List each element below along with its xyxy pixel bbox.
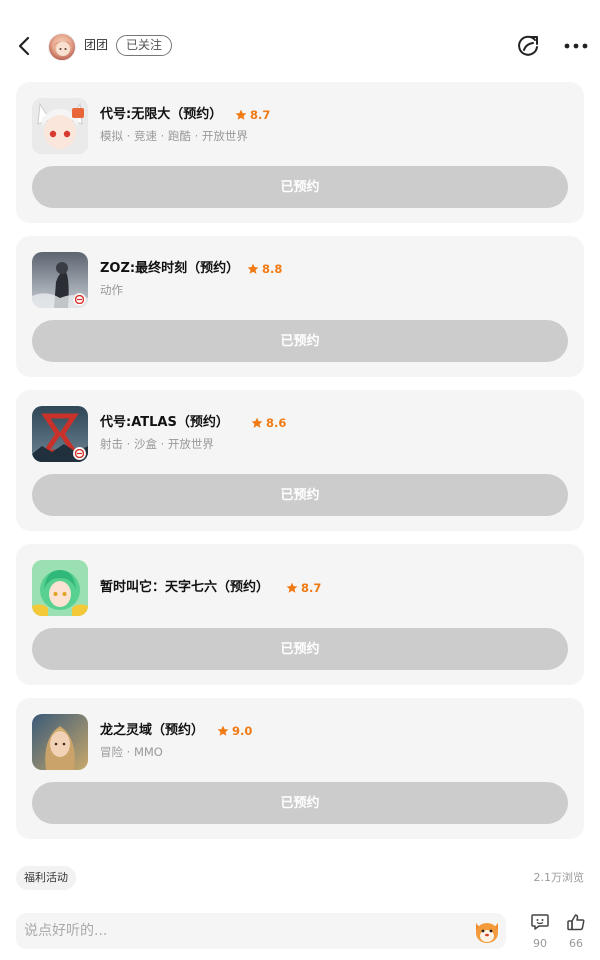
publisher-badge-icon	[73, 447, 86, 460]
reserved-button[interactable]: 已预约	[32, 474, 568, 516]
like-action[interactable]: 66	[562, 913, 590, 951]
rating-value: 9.0	[232, 724, 253, 738]
game-name: 暂时叫它：天字七六（预约）	[100, 580, 270, 595]
game-tags: 模拟 · 竞速 · 跑酷 · 开放世界	[100, 129, 248, 143]
mascot-emoji-icon[interactable]	[472, 917, 502, 945]
rating-value: 8.8	[262, 262, 283, 276]
rating-value: 8.7	[301, 581, 322, 595]
game-rating: 8.7	[235, 107, 270, 123]
game-tags: 动作	[100, 283, 123, 297]
game-icon[interactable]	[32, 560, 88, 616]
comment-action[interactable]: 90	[526, 913, 554, 951]
game-name: ZOZ:最终时刻（预约）	[100, 261, 240, 276]
back-icon[interactable]	[12, 33, 36, 59]
like-count: 66	[569, 937, 583, 950]
game-icon[interactable]	[32, 252, 88, 308]
comment-icon[interactable]	[530, 913, 550, 931]
user-name[interactable]: 团团	[84, 37, 108, 53]
game-card[interactable]: 代号:ATLAS（预约） 8.6 射击 · 沙盒 · 开放世界 已预约	[16, 390, 584, 531]
game-icon[interactable]	[32, 714, 88, 770]
rating-value: 8.7	[250, 108, 271, 122]
reserved-button[interactable]: 已预约	[32, 166, 568, 208]
more-icon[interactable]	[562, 33, 590, 59]
game-name: 代号:无限大（预约）	[100, 107, 223, 122]
game-icon[interactable]	[32, 406, 88, 462]
star-icon	[217, 725, 229, 736]
reserved-button[interactable]: 已预约	[32, 628, 568, 670]
game-rating: 8.7	[286, 580, 321, 596]
reserved-button[interactable]: 已预约	[32, 782, 568, 824]
avatar[interactable]	[48, 33, 76, 61]
reserved-button[interactable]: 已预约	[32, 320, 568, 362]
star-icon	[251, 417, 263, 428]
star-icon	[247, 263, 259, 274]
game-tags: 冒险 · MMO	[100, 745, 163, 759]
rating-value: 8.6	[266, 416, 287, 430]
game-card[interactable]: 暂时叫它：天字七六（预约） 8.7 已预约	[16, 544, 584, 685]
top-bar: 团团 已关注	[0, 0, 600, 92]
like-icon[interactable]	[566, 913, 586, 931]
game-name: 代号:ATLAS（预约）	[100, 415, 229, 430]
star-icon	[286, 582, 298, 593]
game-icon[interactable]	[32, 98, 88, 154]
game-card[interactable]: 龙之灵域（预约） 9.0 冒险 · MMO 已预约	[16, 698, 584, 839]
comment-count: 90	[533, 937, 547, 950]
publisher-badge-icon	[73, 293, 86, 306]
game-card[interactable]: ZOZ:最终时刻（预约） 8.8 动作 已预约	[16, 236, 584, 377]
game-tags: 射击 · 沙盒 · 开放世界	[100, 437, 214, 451]
game-name: 龙之灵域（预约）	[100, 723, 205, 738]
comment-placeholder[interactable]: 说点好听的...	[24, 921, 107, 941]
star-icon	[235, 109, 247, 120]
view-count: 2.1万浏览	[533, 871, 585, 884]
game-card[interactable]: 代号:无限大（预约） 8.7 模拟 · 竞速 · 跑酷 · 开放世界 已预约	[16, 82, 584, 223]
share-icon[interactable]	[514, 33, 542, 59]
topic-tag[interactable]: 福利活动	[16, 866, 76, 890]
follow-button[interactable]: 已关注	[116, 35, 172, 56]
game-rating: 8.8	[247, 261, 282, 277]
game-rating: 8.6	[251, 415, 286, 431]
game-rating: 9.0	[217, 723, 252, 739]
